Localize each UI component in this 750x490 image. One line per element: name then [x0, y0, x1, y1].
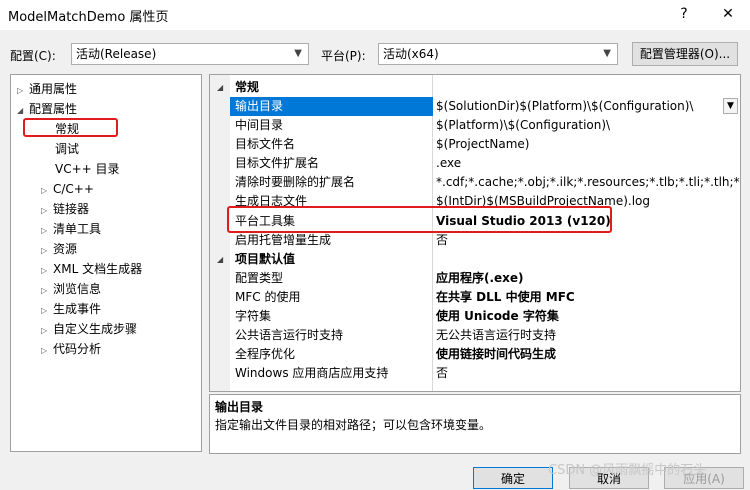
- grid-row-target-ext[interactable]: 目标文件扩展名 .exe: [210, 154, 740, 173]
- expand-icon[interactable]: ▷: [41, 301, 53, 321]
- tree-highlight-box: [23, 118, 118, 137]
- tree-item-custom-build[interactable]: ▷ 自定义生成步骤: [41, 319, 137, 339]
- expand-icon[interactable]: ▷: [17, 81, 29, 101]
- grid-row-whole-program-opt[interactable]: 全程序优化 使用链接时间代码生成: [210, 345, 740, 364]
- platform-select-value: 活动(x64): [383, 47, 439, 61]
- grid-row-config-type[interactable]: 配置类型 应用程序(.exe): [210, 269, 740, 288]
- section-general[interactable]: ◢ 常规: [210, 78, 740, 97]
- tree-item-build-events[interactable]: ▷ 生成事件: [41, 299, 101, 319]
- property-grid[interactable]: ◢ 常规 输出目录 $(SolutionDir)$(Platform)\$(Co…: [209, 74, 741, 392]
- chevron-down-icon: ▼: [603, 48, 611, 59]
- tree-item-browse-info[interactable]: ▷ 浏览信息: [41, 279, 101, 299]
- description-pane: 输出目录 指定输出文件目录的相对路径；可以包含环境变量。: [209, 394, 741, 454]
- grid-row-intermediate-dir[interactable]: 中间目录 $(Platform)\$(Configuration)\: [210, 116, 740, 135]
- tree-item-code-analysis[interactable]: ▷ 代码分析: [41, 339, 101, 359]
- help-button[interactable]: ?: [664, 2, 704, 26]
- expand-icon[interactable]: ▷: [41, 281, 53, 301]
- watermark: CSDN @风雨飘摇中的石头: [548, 463, 707, 478]
- grid-row-target-name[interactable]: 目标文件名 $(ProjectName): [210, 135, 740, 154]
- config-label: 配置(C):: [10, 49, 56, 63]
- expand-icon[interactable]: ▷: [41, 201, 53, 221]
- grid-row-managed-incremental[interactable]: 启用托管增量生成 否: [210, 231, 740, 250]
- tree-item-common-props[interactable]: ▷ 通用属性: [17, 79, 77, 99]
- expand-icon[interactable]: ▷: [41, 221, 53, 241]
- description-title: 输出目录: [215, 400, 264, 414]
- expand-icon[interactable]: ▷: [41, 261, 53, 281]
- config-select-value: 活动(Release): [76, 47, 157, 61]
- tree-item-manifest-tool[interactable]: ▷ 清单工具: [41, 219, 101, 239]
- platform-label: 平台(P):: [321, 49, 366, 63]
- expand-icon[interactable]: ▷: [41, 341, 53, 361]
- grid-key: 输出目录: [230, 97, 433, 116]
- grid-value[interactable]: $(SolutionDir)$(Platform)\$(Configuratio…: [436, 97, 693, 116]
- tree-item-cpp[interactable]: ▷ C/C++: [41, 179, 94, 199]
- section-project-defaults[interactable]: ◢ 项目默认值: [210, 250, 740, 269]
- tree-item-resources[interactable]: ▷ 资源: [41, 239, 77, 259]
- tree-item-xml-doc[interactable]: ▷ XML 文档生成器: [41, 259, 142, 279]
- grid-row-clean-extensions[interactable]: 清除时要删除的扩展名 *.cdf;*.cache;*.obj;*.ilk;*.r…: [210, 173, 740, 192]
- tree-item-vc-directories[interactable]: VC++ 目录: [55, 159, 120, 179]
- description-text: 指定输出文件目录的相对路径；可以包含环境变量。: [215, 418, 492, 432]
- expand-icon[interactable]: ▷: [41, 181, 53, 201]
- config-select[interactable]: 活动(Release) ▼: [71, 43, 309, 65]
- window-title: ModelMatchDemo 属性页: [8, 10, 169, 25]
- grid-row-mfc-use[interactable]: MFC 的使用 在共享 DLL 中使用 MFC: [210, 288, 740, 307]
- config-manager-button[interactable]: 配置管理器(O)...: [632, 42, 738, 66]
- tree-item-linker[interactable]: ▷ 链接器: [41, 199, 89, 219]
- chevron-down-icon[interactable]: ▼: [723, 98, 738, 114]
- collapse-icon[interactable]: ◢: [217, 78, 223, 97]
- chevron-down-icon: ▼: [294, 48, 302, 59]
- grid-row-store-app-support[interactable]: Windows 应用商店应用支持 否: [210, 364, 740, 383]
- expand-icon[interactable]: ▷: [41, 241, 53, 261]
- grid-row-output-dir[interactable]: 输出目录 $(SolutionDir)$(Platform)\$(Configu…: [210, 97, 740, 116]
- close-icon[interactable]: ✕: [708, 2, 748, 26]
- collapse-icon[interactable]: ◢: [217, 250, 223, 269]
- tree-item-debugging[interactable]: 调试: [55, 139, 79, 159]
- grid-row-clr-support[interactable]: 公共语言运行时支持 无公共语言运行时支持: [210, 326, 740, 345]
- expand-icon[interactable]: ▷: [41, 321, 53, 341]
- tree-item-config-props[interactable]: ◢ 配置属性: [17, 99, 77, 119]
- grid-row-charset[interactable]: 字符集 使用 Unicode 字符集: [210, 307, 740, 326]
- toolset-highlight-box: [227, 206, 612, 233]
- platform-select[interactable]: 活动(x64) ▼: [378, 43, 618, 65]
